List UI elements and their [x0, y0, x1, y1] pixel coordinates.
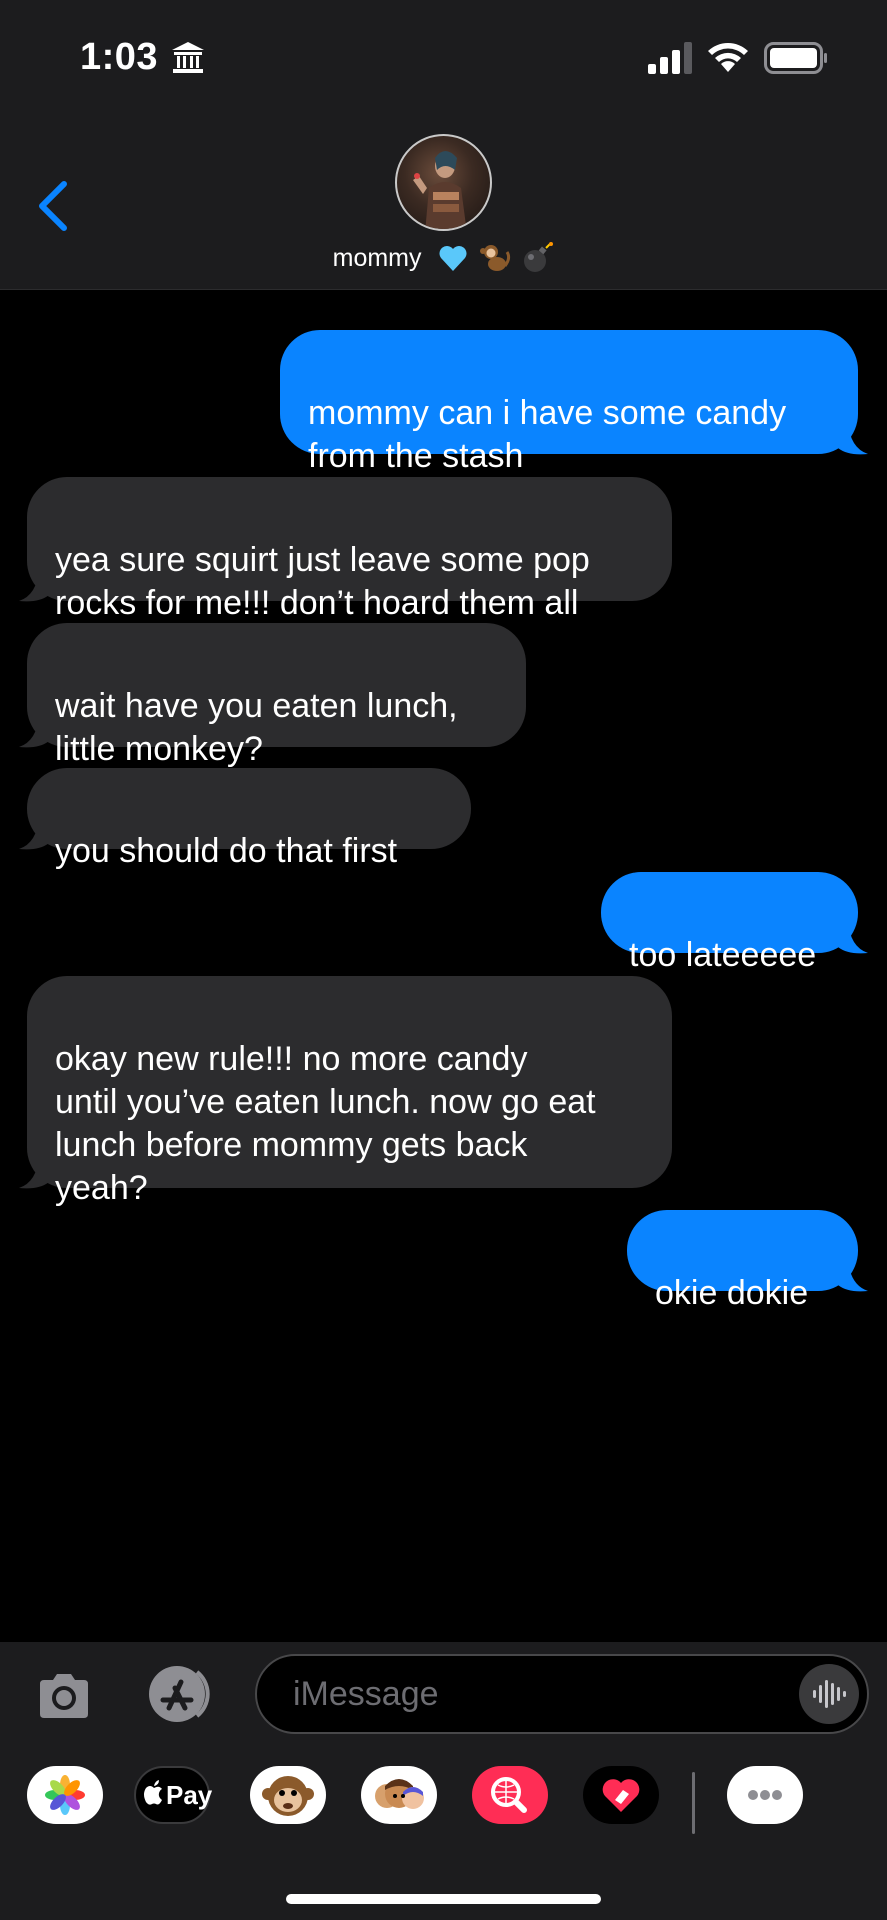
incoming-message-bubble[interactable]: you should do that first: [27, 768, 471, 870]
bank-icon: [172, 42, 204, 73]
imessage-app-strip: Pay: [0, 1742, 887, 1920]
outgoing-bubble-tail: [838, 422, 868, 455]
contact-name: mommy: [332, 243, 422, 272]
message-text: too lateeeee: [629, 936, 817, 974]
memoji-app-icon[interactable]: [361, 1766, 437, 1824]
audio-waveform-icon: [813, 1680, 846, 1708]
message-text: okay new rule!!! no more candy until you…: [55, 1040, 596, 1207]
status-time: 1:03: [80, 36, 159, 78]
apple-pay-label: Pay: [166, 1780, 213, 1810]
more-apps-icon[interactable]: [727, 1766, 803, 1824]
app-store-icon[interactable]: [143, 1664, 215, 1724]
monkey-emoji: [480, 245, 511, 271]
incoming-bubble-tail: [19, 715, 49, 748]
message-text: okie dokie: [655, 1274, 809, 1312]
contact-name-button[interactable]: mommy: [0, 242, 887, 274]
audio-message-button[interactable]: [799, 1664, 859, 1724]
message-input-placeholder: iMessage: [293, 1675, 439, 1713]
digital-touch-app-icon[interactable]: [583, 1766, 659, 1824]
outgoing-message-bubble[interactable]: mommy can i have some candy from the sta…: [280, 330, 858, 475]
home-indicator[interactable]: [286, 1894, 601, 1904]
outgoing-message-bubble[interactable]: okie dokie: [627, 1210, 858, 1312]
outgoing-message-bubble[interactable]: too lateeeee: [601, 872, 858, 974]
blue-heart-emoji: [439, 246, 467, 271]
battery-icon: [764, 42, 827, 74]
incoming-message-bubble[interactable]: yea sure squirt just leave some pop rock…: [27, 477, 672, 622]
incoming-bubble-tail: [19, 817, 49, 850]
photos-app-icon[interactable]: [27, 1766, 103, 1824]
outgoing-bubble-tail: [838, 921, 868, 954]
wifi-icon: [708, 43, 748, 72]
conversation-header: 1:03 mommy: [0, 0, 887, 290]
outgoing-bubble-tail: [838, 1259, 868, 1292]
cellular-signal-icon: [648, 42, 692, 74]
incoming-message-bubble[interactable]: wait have you eaten lunch, little monkey…: [27, 623, 526, 768]
message-thread[interactable]: mommy can i have some candy from the sta…: [0, 292, 887, 1642]
message-text: wait have you eaten lunch, little monkey…: [55, 687, 458, 768]
apple-pay-app-icon[interactable]: Pay: [134, 1766, 213, 1824]
incoming-message-bubble[interactable]: okay new rule!!! no more candy until you…: [27, 976, 672, 1207]
back-chevron-icon[interactable]: [34, 178, 74, 234]
status-bar: 1:03: [0, 0, 887, 120]
app-strip-divider: [692, 1772, 695, 1834]
message-input[interactable]: iMessage: [255, 1654, 869, 1734]
message-text: mommy can i have some candy from the sta…: [308, 394, 787, 475]
composer-bar: iMessage: [0, 1642, 887, 1742]
incoming-bubble-tail: [19, 1156, 49, 1189]
message-text: you should do that first: [55, 832, 398, 870]
image-search-app-icon[interactable]: [472, 1766, 548, 1824]
message-text: yea sure squirt just leave some pop rock…: [55, 541, 590, 622]
bomb-emoji: [524, 242, 554, 272]
contact-avatar[interactable]: [395, 134, 492, 231]
memoji-monkey-app-icon[interactable]: [250, 1766, 326, 1824]
incoming-bubble-tail: [19, 569, 49, 602]
camera-icon[interactable]: [36, 1672, 92, 1720]
